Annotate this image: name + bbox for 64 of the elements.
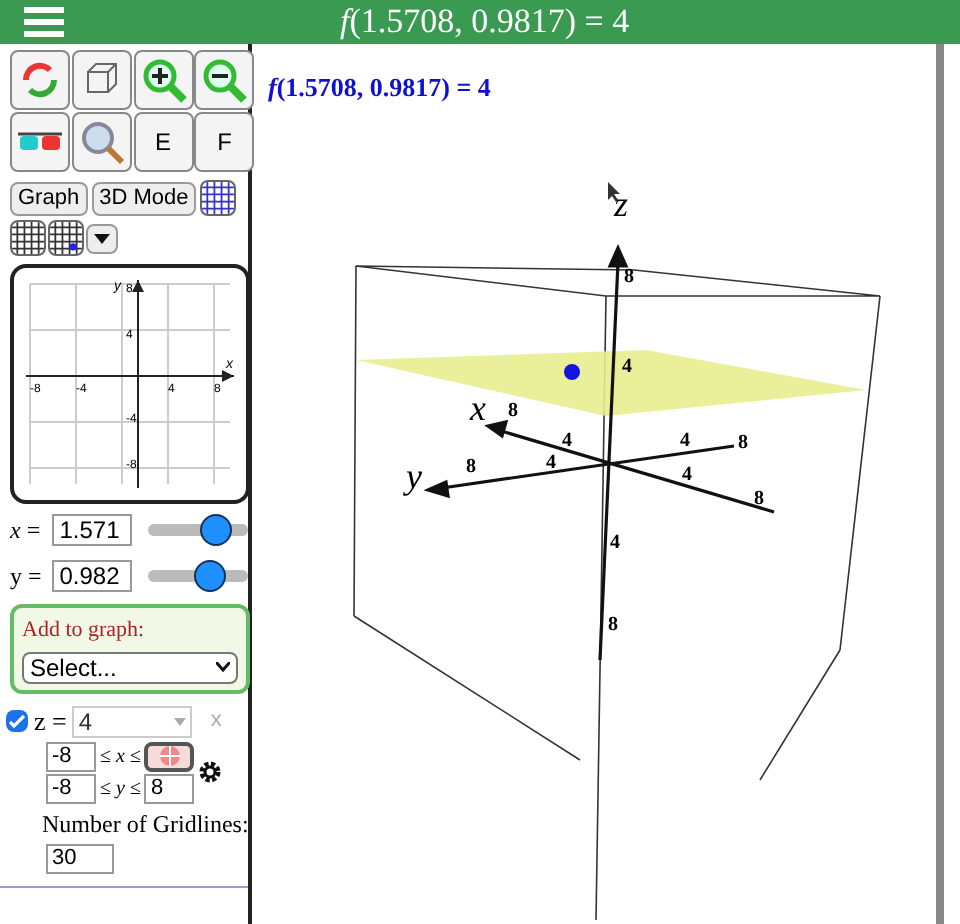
view-button[interactable]	[71, 50, 132, 110]
cursor-icon	[608, 182, 620, 202]
tick-label: 4	[562, 430, 572, 452]
chevron-icon	[216, 662, 230, 672]
gridlines-label: Number of Gridlines:	[40, 807, 248, 841]
refresh-icon	[18, 58, 62, 102]
zoom-out-icon	[200, 56, 249, 104]
slider[interactable]	[147, 560, 248, 592]
letter-button[interactable]: E	[133, 112, 193, 172]
range-label: ≤ y ≤	[100, 775, 141, 803]
function-field[interactable]: 4	[72, 705, 193, 737]
tick-label: 8	[608, 614, 618, 636]
mode-button[interactable]: 3D Mode	[91, 181, 197, 215]
grid-icon[interactable]	[200, 180, 237, 216]
move-handle[interactable]	[144, 741, 195, 771]
glasses-button[interactable]	[10, 112, 70, 172]
move-icon	[157, 744, 182, 768]
tick-label: 4	[610, 532, 620, 554]
range-field[interactable]: -8	[46, 741, 96, 771]
variable-label: y =	[10, 560, 44, 594]
grid-icon[interactable]	[10, 220, 46, 256]
value-field[interactable]: 1.571	[51, 514, 132, 546]
reset-button[interactable]	[10, 50, 70, 110]
add-label: Add to graph:	[22, 616, 147, 646]
slider-thumb[interactable]	[200, 514, 233, 546]
tick-label: 4	[546, 452, 556, 474]
search-button[interactable]	[71, 112, 132, 172]
caret-icon	[174, 717, 187, 725]
mode-button[interactable]: Graph	[10, 181, 88, 215]
range-field[interactable]: 8	[144, 773, 195, 803]
tick-label: 4	[622, 356, 632, 378]
tick-label: 8	[508, 400, 518, 422]
result-heading: f(1.5708, 0.9817) = 4	[268, 70, 491, 106]
letter-button[interactable]: F	[194, 112, 255, 172]
tick-label: 4	[680, 430, 690, 452]
select-field[interactable]: Select...	[22, 651, 238, 683]
zoom-out-button[interactable]	[194, 50, 255, 110]
caret-icon	[94, 233, 110, 243]
variable-label: x =	[10, 514, 43, 548]
settings-icon[interactable]	[198, 760, 223, 784]
header-title: f(1.5708, 0.9817) = 4	[340, 0, 630, 45]
checkbox[interactable]	[6, 710, 28, 732]
axis-label: y	[406, 456, 422, 496]
axis-label: z	[614, 184, 629, 224]
slider-thumb[interactable]	[194, 560, 227, 592]
axis-label: x	[470, 388, 486, 428]
value-field[interactable]: 0.982	[51, 560, 132, 592]
search-icon	[77, 118, 126, 166]
tick-label: 8	[624, 266, 634, 288]
tick-label: 4	[682, 464, 692, 486]
zoom-in-icon	[139, 56, 187, 104]
menu-icon[interactable]	[24, 6, 64, 38]
grid-point-icon[interactable]	[48, 220, 84, 256]
tick-label: 8	[738, 432, 748, 454]
tick-label: 8	[754, 488, 764, 510]
zoom-in-button[interactable]	[133, 50, 193, 110]
function-label: z =	[34, 703, 67, 740]
slider[interactable]	[147, 514, 248, 546]
dropdown-button[interactable]	[86, 223, 118, 253]
gridlines-field[interactable]: 30	[46, 843, 114, 873]
range-label: ≤ x ≤	[100, 743, 141, 771]
range-field[interactable]: -8	[46, 773, 96, 803]
point-marker	[564, 364, 580, 380]
tick-label: 8	[466, 456, 476, 478]
